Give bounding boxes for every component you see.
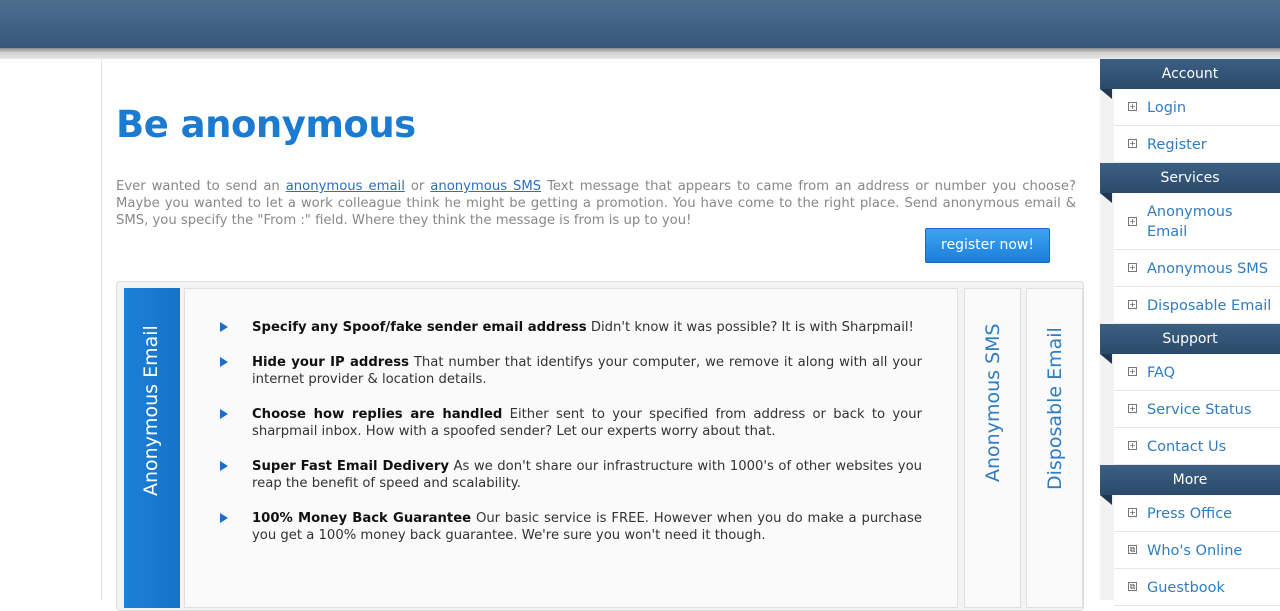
sidebar-heading-support: Support (1100, 324, 1280, 364)
sidebar-item-label: Disposable Email (1147, 298, 1272, 314)
sidebar-item-label: Login (1147, 100, 1187, 116)
intro-text: or (404, 179, 431, 194)
sidebar-item-login[interactable]: + Login (1114, 89, 1280, 126)
sidebar-item-register[interactable]: + Register (1114, 126, 1280, 163)
expand-box-icon: + (1128, 263, 1137, 272)
expand-box-icon: + (1128, 367, 1137, 376)
sidebar-item-faq[interactable]: + FAQ (1114, 354, 1280, 391)
support-menu: + FAQ + Service Status + Contact Us (1114, 354, 1280, 465)
expand-box-icon: + (1128, 404, 1137, 413)
site-header-bar (0, 0, 1280, 59)
register-now-button[interactable]: register now! (925, 228, 1050, 263)
sidebar-item-label: Anonymous SMS (1147, 261, 1269, 277)
external-window-icon: ⧉ (1128, 582, 1137, 591)
expand-box-icon: + (1128, 217, 1137, 226)
bullet-arrow-icon (220, 461, 228, 471)
feature-item: Super Fast Email Dedivery As we don't sh… (220, 458, 922, 492)
feature-item: Specify any Spoof/fake sender email addr… (220, 319, 922, 336)
expand-box-icon: + (1128, 102, 1137, 111)
main-content: Be anonymous Ever wanted to send an anon… (101, 59, 1095, 611)
expand-box-icon: + (1128, 300, 1137, 309)
sidebar-item-label: Register (1147, 137, 1207, 153)
expand-box-icon: + (1128, 139, 1137, 148)
feature-item: 100% Money Back Guarantee Our basic serv… (220, 510, 922, 544)
bullet-arrow-icon (220, 513, 228, 523)
feature-heading: Choose how replies are handled (252, 407, 503, 422)
intro-paragraph: Ever wanted to send an anonymous email o… (116, 178, 1076, 229)
sidebar-item-service-status[interactable]: + Service Status (1114, 391, 1280, 428)
anonymous-sms-link[interactable]: anonymous SMS (430, 179, 541, 194)
feature-heading: Hide your IP address (252, 355, 409, 370)
sidebar-heading-services: Services (1100, 163, 1280, 203)
feature-item: Choose how replies are handled Either se… (220, 406, 922, 440)
sidebar-heading-more: More (1100, 465, 1280, 505)
bullet-arrow-icon (220, 322, 228, 332)
tab-disposable-email[interactable]: Disposable Email (1026, 288, 1083, 608)
sidebar-item-anonymous-sms[interactable]: + Anonymous SMS (1114, 250, 1280, 287)
tab-label: Anonymous SMS (982, 323, 1004, 482)
tab-label: Disposable Email (1044, 327, 1066, 490)
anonymous-email-link[interactable]: anonymous email (286, 179, 405, 194)
sidebar-heading-account: Account (1100, 59, 1280, 99)
bullet-arrow-icon (220, 357, 228, 367)
external-window-icon: ⧉ (1128, 545, 1137, 554)
sidebar: Account + Login + Register Services + Anony… (1100, 59, 1280, 606)
expand-box-icon: + (1128, 441, 1137, 450)
sidebar-item-whos-online[interactable]: ⧉ Who's Online (1114, 532, 1280, 569)
sidebar-item-label: Anonymous Email (1147, 204, 1233, 240)
expand-box-icon: + (1128, 508, 1137, 517)
feature-list: Specify any Spoof/fake sender email addr… (220, 319, 922, 562)
feature-text: Didn't know it was possible? It is with … (586, 320, 914, 335)
services-menu: + Anonymous Email + Anonymous SMS + Disposa… (1114, 193, 1280, 324)
feature-item: Hide your IP address That number that id… (220, 354, 922, 388)
tab-label: Anonymous Email (140, 325, 162, 496)
account-menu: + Login + Register (1114, 89, 1280, 163)
sidebar-item-label: FAQ (1147, 365, 1176, 381)
sidebar-item-disposable-email[interactable]: + Disposable Email (1114, 287, 1280, 324)
sidebar-item-label: Contact Us (1147, 439, 1227, 455)
feature-heading: Super Fast Email Dedivery (252, 459, 449, 474)
sidebar-item-contact-us[interactable]: + Contact Us (1114, 428, 1280, 465)
sidebar-item-guestbook[interactable]: ⧉ Guestbook (1114, 569, 1280, 606)
sidebar-item-press-office[interactable]: + Press Office (1114, 495, 1280, 532)
intro-text: Ever wanted to send an (116, 179, 286, 194)
sidebar-item-label: Guestbook (1147, 580, 1225, 596)
tab-anonymous-email[interactable]: Anonymous Email (124, 288, 180, 608)
sidebar-item-label: Service Status (1147, 402, 1252, 418)
tab-content: Specify any Spoof/fake sender email addr… (184, 288, 958, 608)
more-menu: + Press Office ⧉ Who's Online ⧉ Guestbook (1114, 495, 1280, 606)
services-tab-panel: Anonymous Email Specify any Spoof/fake s… (116, 281, 1084, 611)
bullet-arrow-icon (220, 409, 228, 419)
sidebar-item-label: Who's Online (1147, 543, 1243, 559)
feature-heading: 100% Money Back Guarantee (252, 511, 472, 526)
feature-heading: Specify any Spoof/fake sender email addr… (252, 320, 587, 335)
page-title: Be anonymous (116, 103, 416, 146)
sidebar-item-label: Press Office (1147, 506, 1233, 522)
sidebar-item-anonymous-email[interactable]: + Anonymous Email (1114, 193, 1280, 250)
tab-anonymous-sms[interactable]: Anonymous SMS (964, 288, 1021, 608)
